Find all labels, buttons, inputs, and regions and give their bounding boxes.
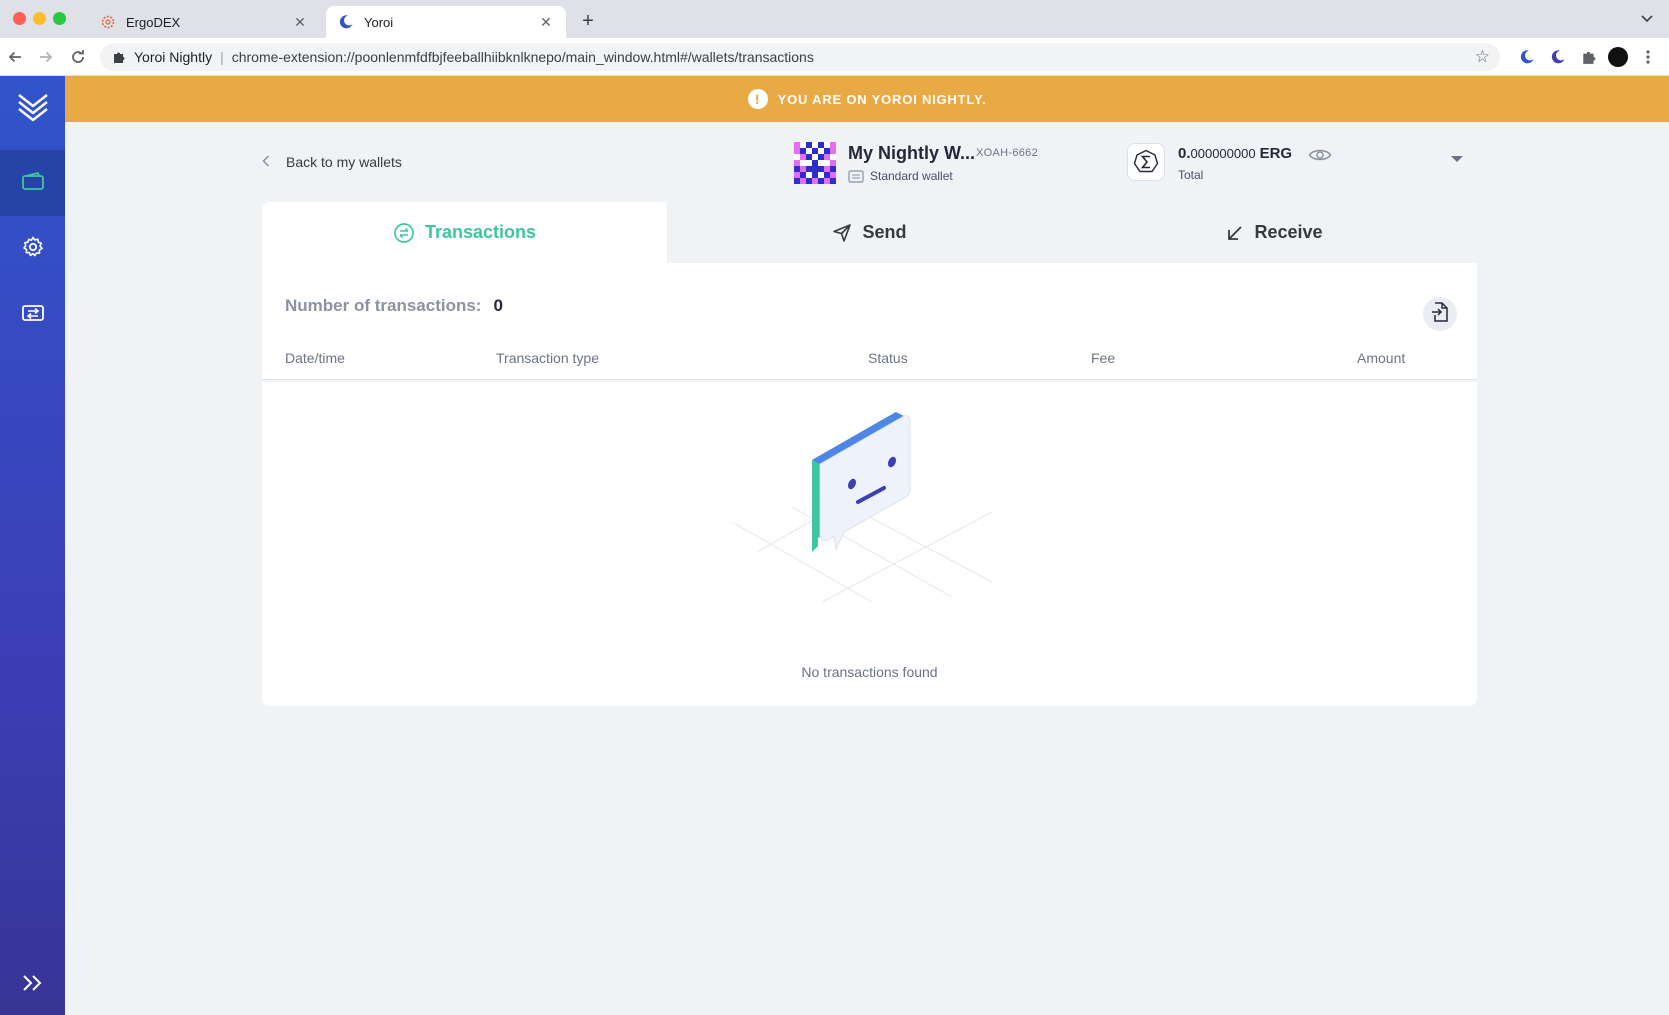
wallet-plate: XOAH-6662	[976, 147, 1039, 159]
banner-text: YOU ARE ON YOROI NIGHTLY.	[777, 91, 987, 107]
total-label: Total	[1178, 168, 1204, 182]
wallet-type-label: Standard wallet	[870, 169, 953, 183]
tab-send-label: Send	[862, 222, 907, 242]
close-tab-icon[interactable]: ✕	[536, 14, 556, 31]
window-maximize-button[interactable]	[53, 12, 66, 25]
site-name: Yoroi Nightly	[134, 49, 213, 65]
chevron-left-icon	[262, 154, 270, 170]
new-tab-button[interactable]: +	[578, 10, 598, 33]
extension-puzzle-icon	[112, 50, 126, 64]
transfer-icon	[21, 303, 45, 328]
balance-integer: 0.	[1178, 145, 1191, 162]
sidebar-expand-button[interactable]	[0, 955, 65, 1015]
transaction-count-label: Number of transactions:	[285, 296, 482, 315]
tab-search-chevron-icon[interactable]	[1641, 12, 1653, 26]
transactions-icon	[393, 222, 415, 244]
wallet-tabs: Transactions Send Receive	[262, 202, 1477, 263]
empty-state-message: No transactions found	[801, 664, 938, 680]
tab-transactions-label: Transactions	[424, 222, 537, 242]
column-header-status: Status	[868, 350, 908, 366]
column-header-amount: Amount	[1357, 350, 1406, 366]
export-transactions-button[interactable]	[1423, 297, 1457, 331]
tab-title: Yoroi	[364, 14, 394, 30]
yoroi-nightly-extension-icon[interactable]	[1548, 47, 1568, 67]
wallet-dropdown-caret-icon[interactable]	[1451, 156, 1463, 162]
column-header-type: Transaction type	[496, 350, 599, 366]
nightly-warning-banner: ! YOU ARE ON YOROI NIGHTLY.	[65, 76, 1669, 122]
export-file-icon	[1431, 301, 1449, 327]
ergo-currency-icon	[1127, 143, 1165, 181]
omnibox-separator: |	[220, 49, 224, 65]
wallet-icon	[21, 171, 44, 195]
window-close-button[interactable]	[13, 12, 26, 25]
wallet-balance: 0.000000000 ERG	[1178, 145, 1292, 162]
back-to-wallets-link[interactable]: Back to my wallets	[262, 154, 402, 170]
reload-icon[interactable]	[67, 46, 89, 68]
transaction-count: Number of transactions: 0	[285, 296, 503, 316]
forward-arrow-icon[interactable]	[35, 46, 57, 68]
wallet-type-icon	[848, 169, 864, 183]
balance-decimals: 000000000	[1190, 146, 1256, 161]
wallet-type: Standard wallet	[848, 169, 953, 183]
tab-receive-label: Receive	[1254, 222, 1323, 242]
sidebar-item-transfer[interactable]	[0, 282, 65, 348]
tab-title: ErgoDEX	[126, 14, 181, 30]
yoroi-extension-icon[interactable]	[1517, 47, 1537, 67]
back-label: Back to my wallets	[286, 154, 402, 170]
empty-state-illustration	[731, 402, 1002, 622]
ergodex-favicon-icon	[100, 14, 116, 30]
browser-tab-ergodex[interactable]: ErgoDEX ✕	[88, 6, 320, 38]
yoroi-favicon-icon	[338, 14, 354, 30]
sidebar-item-settings[interactable]	[0, 216, 65, 282]
back-arrow-icon[interactable]	[4, 46, 26, 68]
close-tab-icon[interactable]: ✕	[290, 14, 310, 31]
transactions-table-header: Date/time Transaction type Status Fee Am…	[262, 330, 1477, 380]
bookmark-star-icon[interactable]: ☆	[1475, 47, 1490, 67]
tab-send[interactable]: Send	[667, 202, 1072, 263]
transactions-card: Transactions Send Receive Number of tran…	[262, 202, 1477, 706]
window-minimize-button[interactable]	[33, 12, 46, 25]
toggle-balance-eye-icon[interactable]	[1308, 146, 1332, 164]
app-sidebar	[0, 76, 65, 1015]
browser-toolbar: Yoroi Nightly | chrome-extension://poonl…	[0, 38, 1669, 76]
wallet-name: My Nightly W...	[848, 143, 976, 163]
exclamation-icon: !	[747, 89, 768, 109]
site-chip: Yoroi Nightly	[112, 49, 212, 65]
address-bar[interactable]: Yoroi Nightly | chrome-extension://poonl…	[100, 43, 1500, 71]
yoroi-logo-icon[interactable]	[0, 76, 65, 138]
browser-tab-strip: ErgoDEX ✕ Yoroi ✕ +	[0, 0, 1669, 38]
settings-icon	[22, 236, 44, 263]
profile-avatar[interactable]	[1608, 47, 1628, 67]
url-text: chrome-extension://poonlenmfdfbjfeeballh…	[231, 49, 814, 65]
column-header-fee: Fee	[1091, 350, 1116, 366]
transaction-count-value: 0	[493, 296, 503, 315]
tab-transactions[interactable]: Transactions	[262, 202, 667, 263]
balance-currency: ERG	[1259, 145, 1293, 162]
browser-tab-yoroi[interactable]: Yoroi ✕	[326, 6, 566, 38]
receive-icon	[1226, 224, 1244, 242]
sidebar-item-wallets[interactable]	[0, 150, 65, 216]
double-chevron-right-icon	[22, 974, 44, 997]
browser-menu-icon[interactable]	[1638, 47, 1658, 67]
send-icon	[832, 223, 852, 243]
wallet-identicon	[794, 142, 836, 184]
tab-receive[interactable]: Receive	[1072, 202, 1477, 263]
extensions-puzzle-icon[interactable]	[1579, 47, 1599, 67]
column-header-datetime: Date/time	[285, 350, 345, 366]
